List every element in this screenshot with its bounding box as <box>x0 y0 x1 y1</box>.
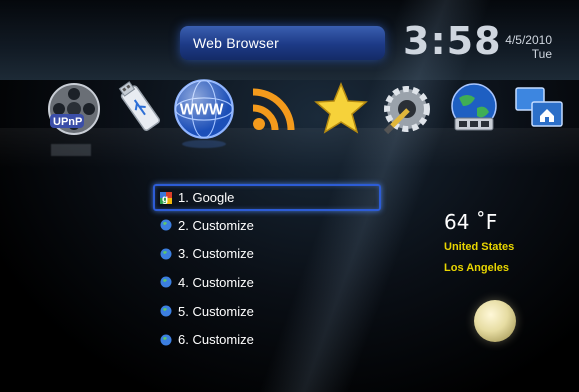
www-icon-graphic: WWW <box>174 79 234 139</box>
weather-country: United States <box>444 241 515 253</box>
google-favicon-graphic: g <box>160 191 172 205</box>
upnp-reflection-graphic <box>51 144 91 156</box>
network-globe-graphic <box>451 83 497 131</box>
menu-item-label: 4. Customize <box>178 274 254 290</box>
menu-item-label: 5. Customize <box>178 303 254 319</box>
weather-city: Los Angeles <box>444 262 509 274</box>
www-icon[interactable]: WWW <box>172 77 236 141</box>
menu-item-label: 3. Customize <box>178 246 254 262</box>
upnp-icon[interactable]: UPnP <box>45 80 103 138</box>
www-label: WWW <box>180 102 224 119</box>
menu-item-customize[interactable]: 4. Customize <box>150 268 381 297</box>
google-favicon-icon: g <box>160 191 172 205</box>
globe-icon <box>160 248 172 260</box>
www-reflection <box>175 140 233 156</box>
home-network-icon[interactable] <box>512 80 570 138</box>
weather-temperature: 64 ˚F <box>444 210 498 234</box>
moon-icon <box>474 300 516 342</box>
globe-icon <box>160 276 172 288</box>
upnp-label: UPnP <box>53 116 82 128</box>
menu-item-label: 2. Customize <box>178 217 254 233</box>
globe-icon <box>160 334 172 346</box>
favorites-star-icon[interactable] <box>312 80 370 138</box>
globe-icon <box>160 219 172 231</box>
bookmark-menu: g 1. Google 2. Customize 3. Customize 4.… <box>150 184 381 354</box>
menu-item-label: 1. Google <box>178 190 235 205</box>
icon-row: UPnP WWW <box>40 77 579 145</box>
weekday-text: Tue <box>531 47 552 61</box>
clock-date: 4/5/2010 Tue <box>500 33 552 61</box>
network-globe-icon[interactable] <box>445 80 503 138</box>
gear-icon-graphic <box>383 86 430 135</box>
menu-item-customize[interactable]: 5. Customize <box>150 297 381 326</box>
usb-icon[interactable] <box>112 80 170 138</box>
rss-icon-graphic <box>252 88 295 131</box>
menu-item-customize[interactable]: 2. Customize <box>150 211 381 240</box>
clock-time: 3:58 <box>403 19 502 63</box>
page-title: Web Browser <box>193 35 279 51</box>
upnp-reflection <box>45 140 103 156</box>
menu-item-google[interactable]: g 1. Google <box>153 184 381 211</box>
date-text: 4/5/2010 <box>505 33 552 47</box>
svg-text:g: g <box>162 194 168 204</box>
rss-icon[interactable] <box>245 80 303 138</box>
settings-gear-icon[interactable] <box>378 80 436 138</box>
upnp-icon-graphic: UPnP <box>48 83 100 135</box>
www-reflection-graphic <box>182 140 226 148</box>
globe-icon <box>160 305 172 317</box>
home-network-graphic <box>515 87 563 127</box>
star-icon-graphic <box>314 82 368 134</box>
menu-item-customize[interactable]: 6. Customize <box>150 325 381 354</box>
menu-item-customize[interactable]: 3. Customize <box>150 240 381 269</box>
browser-screen: Web Browser 3:58 4/5/2010 Tue UPnP WWW g… <box>0 0 579 392</box>
usb-icon-graphic <box>118 81 160 131</box>
menu-item-label: 6. Customize <box>178 332 254 348</box>
